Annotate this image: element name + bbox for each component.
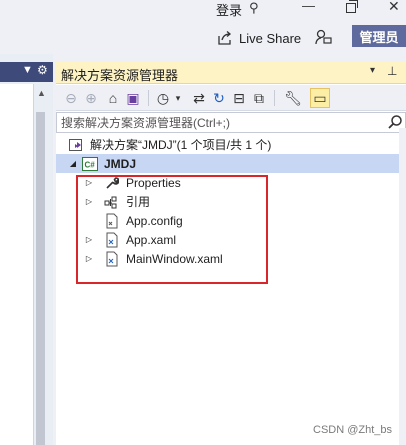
toolbar-separator: [274, 90, 275, 106]
tree-item-label: Properties: [126, 175, 181, 190]
tree-item-app-xaml[interactable]: ▷ App.xaml: [84, 230, 176, 249]
left-tool-panel: ▼ ⚙ ▲: [0, 54, 53, 445]
solution-explorer: 解决方案资源管理器 ▾ ⊥ ⊖ ⊕ ⌂ ▣ ◷ ▾ ⇄ ↻ ⊟ ⧉ 🔧︎ ▭ 搜…: [56, 62, 406, 445]
dropdown-icon[interactable]: ▼: [22, 64, 33, 76]
window-menu-icon[interactable]: ▾: [370, 65, 375, 76]
switch-views-icon[interactable]: ▣: [124, 88, 142, 108]
solution-explorer-toolbar: ⊖ ⊕ ⌂ ▣ ◷ ▾ ⇄ ↻ ⊟ ⧉ 🔧︎ ▭: [56, 85, 406, 111]
sync-icon[interactable]: ⇄: [190, 88, 208, 108]
pending-changes-icon[interactable]: ◷: [154, 88, 172, 108]
pin-icon[interactable]: ⊥: [387, 64, 397, 78]
watermark: CSDN @Zht_bs: [313, 424, 393, 436]
csharp-project-icon: C#: [82, 156, 98, 172]
xaml-file-icon: [104, 251, 120, 267]
collapsed-arrow-icon[interactable]: ▷: [84, 178, 94, 187]
solution-explorer-title: 解决方案资源管理器: [61, 68, 179, 83]
solution-explorer-header: 解决方案资源管理器 ▾ ⊥: [56, 62, 406, 84]
tree-item-app-config[interactable]: App.config: [84, 211, 183, 230]
tree-item-label: MainWindow.xaml: [126, 251, 223, 266]
home-icon[interactable]: ⌂: [104, 88, 122, 108]
config-file-icon: [104, 213, 120, 229]
scroll-up-icon[interactable]: ▲: [37, 88, 46, 98]
tree-item-mainwindow-xaml[interactable]: ▷ MainWindow.xaml: [84, 249, 223, 268]
forward-icon[interactable]: ⊕: [82, 88, 100, 108]
properties-wrench-icon[interactable]: 🔧︎: [284, 88, 302, 108]
solution-label: 解决方案“JMDJ”(1 个项目/共 1 个): [90, 138, 272, 152]
gear-icon[interactable]: ⚙: [37, 63, 48, 77]
collapsed-arrow-icon[interactable]: ▷: [84, 235, 94, 244]
tree-item-properties[interactable]: ▷ Properties: [84, 173, 181, 192]
references-icon: [104, 194, 120, 210]
restore-icon[interactable]: [346, 0, 360, 13]
live-share-button[interactable]: Live Share: [217, 28, 301, 48]
feedback-icon[interactable]: [314, 28, 332, 46]
search-input[interactable]: [61, 115, 381, 130]
left-panel-body: [0, 84, 34, 445]
login-link[interactable]: 登录: [216, 0, 242, 19]
solution-icon: [68, 137, 84, 153]
tree-item-label: App.xaml: [126, 232, 177, 247]
collapse-all-icon[interactable]: ⊟: [230, 88, 248, 108]
minimize-icon[interactable]: —: [302, 0, 316, 13]
live-share-label: Live Share: [239, 30, 302, 46]
collapsed-arrow-icon[interactable]: ▷: [84, 197, 94, 206]
chevron-down-icon[interactable]: ▾: [172, 88, 184, 108]
refresh-icon[interactable]: ↻: [210, 88, 228, 108]
project-node[interactable]: ◢ C# JMDJ: [56, 154, 406, 173]
collapsed-arrow-icon[interactable]: ▷: [84, 254, 94, 263]
close-icon[interactable]: ✕: [388, 0, 400, 15]
toolbar-separator: [148, 90, 149, 106]
back-icon[interactable]: ⊖: [62, 88, 80, 108]
preview-selected-icon[interactable]: ▭: [310, 88, 330, 108]
svg-text:C#: C#: [85, 160, 96, 169]
search-box[interactable]: [56, 112, 406, 133]
project-label: JMDJ: [104, 156, 137, 171]
tree-item-label: 引用: [126, 195, 151, 209]
show-all-files-icon[interactable]: ⧉: [250, 88, 268, 108]
tree-item-references[interactable]: ▷ 引用: [84, 192, 150, 211]
right-scrollbar[interactable]: [399, 128, 406, 445]
wrench-icon: [104, 175, 120, 191]
pin-icon[interactable]: ⚲: [249, 0, 259, 16]
left-panel-header: ▼ ⚙: [0, 62, 53, 82]
title-bar: 登录 ⚲ — ✕ Live Share 管理员: [0, 0, 406, 54]
admin-badge[interactable]: 管理员: [352, 25, 406, 47]
xaml-file-icon: [104, 232, 120, 248]
solution-node[interactable]: 解决方案“JMDJ”(1 个项目/共 1 个): [68, 135, 271, 154]
live-share-icon: [218, 31, 232, 45]
tree-item-label: App.config: [126, 213, 183, 228]
expanded-arrow-icon[interactable]: ◢: [68, 159, 78, 168]
left-scrollbar[interactable]: [36, 112, 45, 445]
